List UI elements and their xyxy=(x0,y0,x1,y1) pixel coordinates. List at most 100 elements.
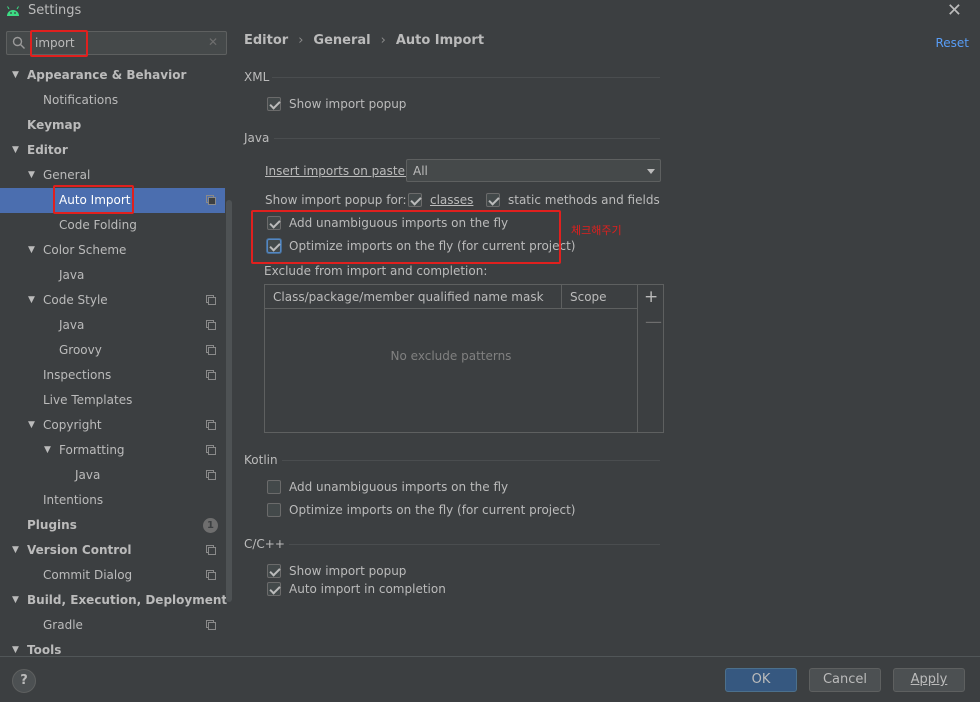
breadcrumb-editor: Editor xyxy=(244,33,289,48)
checkbox[interactable] xyxy=(267,480,281,494)
table-header: Class/package/member qualified name mask… xyxy=(265,285,637,309)
tree-item-label: Version Control xyxy=(27,543,132,557)
section-divider xyxy=(289,544,660,545)
column-header-scope[interactable]: Scope xyxy=(570,290,607,304)
help-button[interactable]: ? xyxy=(12,669,36,693)
checkbox-label: classes xyxy=(430,193,474,207)
sidebar-scrollbar[interactable] xyxy=(226,200,232,602)
tree-item-label: Notifications xyxy=(43,93,119,107)
exclude-table[interactable]: Class/package/member qualified name mask… xyxy=(264,284,638,433)
empty-table-text: No exclude patterns xyxy=(390,349,512,363)
section-divider xyxy=(272,77,660,78)
breadcrumb-general: General xyxy=(313,33,371,48)
tree-item[interactable]: ▼ Color Scheme xyxy=(0,238,225,263)
tree-item-label: Java xyxy=(59,318,85,332)
expand-arrow-icon[interactable]: ▼ xyxy=(28,295,38,305)
window-title: Settings xyxy=(28,3,82,18)
checkbox[interactable] xyxy=(408,193,422,207)
tree-item[interactable]: Notifications xyxy=(0,88,225,113)
apply-label: Apply xyxy=(910,672,948,687)
exclude-label: Exclude from import and completion: xyxy=(264,264,488,278)
ok-button[interactable]: OK xyxy=(725,668,797,692)
project-scope-icon xyxy=(206,370,216,380)
checkbox[interactable] xyxy=(267,564,281,578)
title-bar: Settings ✕ xyxy=(0,0,980,22)
tree-item-label: Tools xyxy=(27,643,62,656)
annotation-text: 체크해주기 xyxy=(571,224,622,237)
tree-item[interactable]: Keymap xyxy=(0,113,225,138)
project-scope-icon xyxy=(206,445,216,455)
add-icon[interactable]: + xyxy=(644,288,658,306)
settings-content: Editor › General › Auto Import Reset XML Sho… xyxy=(233,22,980,656)
tree-item[interactable]: ▼ Code Style xyxy=(0,288,225,313)
tree-item[interactable]: Java xyxy=(0,463,225,488)
tree-item[interactable]: Intentions xyxy=(0,488,225,513)
tree-item-label: Copyright xyxy=(43,418,102,432)
insert-imports-label: Insert imports on paste: xyxy=(265,164,410,178)
checkbox[interactable] xyxy=(267,97,281,111)
tree-item[interactable]: ▼ Build, Execution, Deployment xyxy=(0,588,228,613)
tree-item[interactable]: Java xyxy=(0,313,225,338)
expand-arrow-icon[interactable]: ▼ xyxy=(28,170,38,180)
insert-imports-select[interactable]: All xyxy=(406,159,661,182)
tree-item[interactable]: ▼ Appearance & Behavior xyxy=(0,63,225,88)
update-count-badge: 1 xyxy=(203,518,218,533)
project-scope-icon xyxy=(206,420,216,430)
tree-item-label: Intentions xyxy=(43,493,104,507)
column-header-mask[interactable]: Class/package/member qualified name mask xyxy=(273,290,544,304)
tree-item[interactable]: ▼ Formatting xyxy=(0,438,225,463)
expand-arrow-icon[interactable]: ▼ xyxy=(12,70,22,80)
tree-item[interactable]: Groovy xyxy=(0,338,225,363)
tree-item[interactable]: ▼ Tools xyxy=(0,638,225,656)
expand-arrow-icon[interactable]: ▼ xyxy=(12,145,22,155)
tree-item-label: Code Folding xyxy=(59,218,137,232)
tree-item[interactable]: Gradle xyxy=(0,613,225,638)
checkbox[interactable] xyxy=(267,503,281,517)
show-popup-for-label: Show import popup for: xyxy=(265,193,407,207)
tree-item[interactable]: Code Folding xyxy=(0,213,225,238)
tree-item[interactable]: Java xyxy=(0,263,225,288)
select-value: All xyxy=(413,164,428,178)
checkbox[interactable] xyxy=(267,582,281,596)
apply-button[interactable]: Apply xyxy=(893,668,965,692)
checkbox-label: Add unambiguous imports on the fly xyxy=(289,480,509,494)
checkbox[interactable] xyxy=(486,193,500,207)
checkbox-label: static methods and fields xyxy=(508,193,660,207)
project-scope-icon xyxy=(206,195,216,205)
java-options-highlight-box xyxy=(251,210,561,264)
expand-arrow-icon[interactable]: ▼ xyxy=(12,545,22,555)
tree-item[interactable]: ▼ Editor xyxy=(0,138,225,163)
remove-icon: — xyxy=(645,312,662,332)
breadcrumb-separator-icon: › xyxy=(298,33,304,48)
tree-item[interactable]: Live Templates xyxy=(0,388,225,413)
breadcrumb-auto-import: Auto Import xyxy=(395,33,485,48)
breadcrumb-separator-icon: › xyxy=(380,33,386,48)
expand-arrow-icon[interactable]: ▼ xyxy=(44,445,54,455)
tree-item-label: Gradle xyxy=(43,618,83,632)
tree-item[interactable]: Plugins 1 xyxy=(0,513,225,538)
tree-item[interactable]: ▼ Version Control xyxy=(0,538,225,563)
checkbox-label: Show import popup xyxy=(289,564,407,578)
reset-link[interactable]: Reset xyxy=(935,36,969,50)
tree-item[interactable]: Commit Dialog xyxy=(0,563,225,588)
section-kotlin-title: Kotlin xyxy=(244,453,278,467)
expand-arrow-icon[interactable]: ▼ xyxy=(28,245,38,255)
auto-import-highlight-box xyxy=(53,185,134,214)
checkbox-label: Show import popup xyxy=(289,97,407,111)
android-studio-icon xyxy=(7,6,19,16)
expand-arrow-icon[interactable]: ▼ xyxy=(12,595,22,605)
close-icon[interactable]: ✕ xyxy=(947,0,962,21)
clear-search-icon[interactable]: ✕ xyxy=(208,35,218,49)
expand-arrow-icon[interactable]: ▼ xyxy=(28,420,38,430)
cancel-button[interactable]: Cancel xyxy=(809,668,881,692)
tree-item[interactable]: Inspections xyxy=(0,363,225,388)
expand-arrow-icon[interactable]: ▼ xyxy=(12,645,22,655)
section-java-title: Java xyxy=(244,131,270,145)
checkbox-label: Optimize imports on the fly (for current… xyxy=(289,503,576,517)
tree-item-label: Build, Execution, Deployment xyxy=(27,593,228,607)
project-scope-icon xyxy=(206,545,216,555)
search-highlight-box xyxy=(30,30,88,57)
tree-item-label: Commit Dialog xyxy=(43,568,133,582)
tree-item-label: Java xyxy=(75,468,101,482)
tree-item[interactable]: ▼ Copyright xyxy=(0,413,225,438)
